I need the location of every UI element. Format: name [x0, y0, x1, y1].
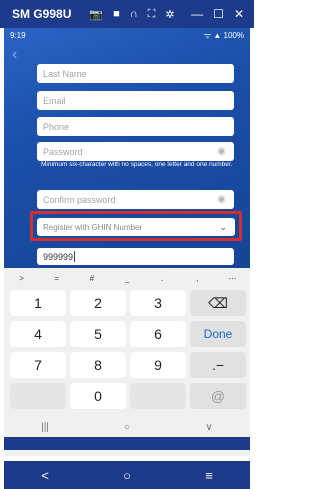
- more-symbols-key[interactable]: ⋯: [215, 274, 250, 283]
- symbol-key[interactable]: =: [39, 274, 74, 283]
- confirm-password-placeholder: Confirm password: [43, 194, 116, 205]
- key-2[interactable]: 2: [70, 290, 126, 316]
- eye-icon[interactable]: ◉: [217, 194, 226, 205]
- blank-key: [130, 383, 186, 409]
- eye-icon[interactable]: ◉: [217, 146, 226, 157]
- dot-minus-key[interactable]: .−: [190, 352, 246, 378]
- key-5[interactable]: 5: [70, 321, 126, 347]
- nav-spacer: [4, 437, 250, 450]
- key-3[interactable]: 3: [130, 290, 186, 316]
- fullscreen-icon[interactable]: ⛶: [148, 8, 156, 21]
- symbol-row: > = # _ . , ⋯: [4, 268, 250, 288]
- highlight-box: Register with GHIN Number ⌄: [30, 211, 242, 241]
- password-field[interactable]: Password ◉: [37, 142, 234, 161]
- symbol-key[interactable]: ,: [180, 274, 215, 283]
- menu-icon[interactable]: ≡: [168, 468, 250, 483]
- register-method-select[interactable]: Register with GHIN Number ⌄: [37, 218, 235, 236]
- recents-icon[interactable]: |||: [4, 422, 86, 433]
- signal-icon: ᯤ ▲: [203, 30, 224, 40]
- key-9[interactable]: 9: [130, 352, 186, 378]
- navigation-bar: < ○ ≡: [4, 461, 250, 489]
- email-field[interactable]: Email: [37, 91, 234, 110]
- back-icon[interactable]: <: [4, 468, 86, 483]
- phone-placeholder: Phone: [43, 121, 70, 132]
- back-arrow-icon[interactable]: ‹: [12, 46, 17, 64]
- minimize-icon[interactable]: —: [191, 7, 203, 21]
- chevron-down-icon: ⌄: [219, 221, 227, 232]
- symbol-key[interactable]: >: [4, 274, 39, 283]
- phone-screen: 9:19 ᯤ ▲ 100% ‹ Last Name Email Phone Pa…: [4, 28, 250, 489]
- settings-icon[interactable]: ✲: [165, 8, 174, 21]
- register-screen: 9:19 ᯤ ▲ 100% ‹ Last Name Email Phone Pa…: [4, 28, 250, 268]
- key-0[interactable]: 0: [70, 383, 126, 409]
- video-icon[interactable]: ■: [113, 8, 120, 21]
- text-cursor: [74, 251, 76, 262]
- ghin-number-field[interactable]: 999999: [37, 248, 234, 265]
- symbol-key[interactable]: #: [74, 274, 109, 283]
- password-hint: Minimum six-character with no spaces, on…: [41, 161, 233, 168]
- last-name-field[interactable]: Last Name: [37, 64, 234, 83]
- symbol-key[interactable]: .: [145, 274, 180, 283]
- window-title: SM G998U: [12, 7, 72, 21]
- done-key[interactable]: Done: [190, 321, 246, 347]
- window-titlebar: SM G998U 📷 ■ ∩ ⛶ ✲ — ☐ ✕: [0, 0, 254, 28]
- at-key[interactable]: @: [190, 383, 246, 409]
- key-7[interactable]: 7: [10, 352, 66, 378]
- email-placeholder: Email: [43, 95, 66, 106]
- last-name-placeholder: Last Name: [43, 68, 87, 79]
- maximize-icon[interactable]: ☐: [213, 7, 224, 21]
- status-indicators: ᯤ ▲ 100%: [204, 30, 244, 41]
- home-button-icon[interactable]: ○: [86, 468, 168, 483]
- password-placeholder: Password: [43, 146, 83, 157]
- symbol-key[interactable]: _: [109, 274, 144, 283]
- battery-level: 100%: [223, 30, 244, 40]
- blank-key: [10, 383, 66, 409]
- window-controls: — ☐ ✕: [191, 7, 244, 21]
- key-1[interactable]: 1: [10, 290, 66, 316]
- confirm-password-field[interactable]: Confirm password ◉: [37, 190, 234, 209]
- key-8[interactable]: 8: [70, 352, 126, 378]
- phone-field[interactable]: Phone: [37, 117, 234, 136]
- close-icon[interactable]: ✕: [234, 7, 244, 21]
- home-icon[interactable]: ○: [86, 422, 168, 433]
- toolbar-icons: 📷 ■ ∩ ⛶ ✲: [89, 8, 174, 21]
- camera-icon[interactable]: 📷: [89, 8, 103, 21]
- backspace-key[interactable]: ⌫: [190, 290, 246, 316]
- gesture-bar: ||| ○ ∨: [4, 417, 250, 437]
- headset-icon[interactable]: ∩: [130, 8, 138, 21]
- key-4[interactable]: 4: [10, 321, 66, 347]
- status-bar: 9:19 ᯤ ▲ 100%: [4, 28, 250, 42]
- register-method-value: Register with GHIN Number: [43, 222, 143, 232]
- status-time: 9:19: [10, 30, 26, 40]
- hide-keyboard-icon[interactable]: ∨: [168, 422, 250, 433]
- key-6[interactable]: 6: [130, 321, 186, 347]
- ghin-number-value: 999999: [43, 251, 74, 262]
